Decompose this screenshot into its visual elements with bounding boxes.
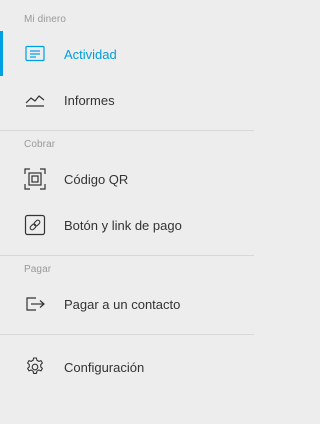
section-title-mi-dinero: Mi dinero	[24, 14, 67, 25]
menu-item-informes[interactable]: Informes	[0, 80, 254, 120]
section-title-cobrar: Cobrar	[24, 139, 56, 150]
menu-item-label: Configuración	[64, 359, 145, 375]
menu-item-label: Actividad	[64, 46, 117, 62]
menu-item-label: Código QR	[64, 171, 129, 187]
activity-list-icon	[24, 43, 46, 65]
reports-chart-icon	[24, 89, 46, 111]
section-divider	[0, 130, 254, 131]
menu-item-boton-link-pago[interactable]: Botón y link de pago	[0, 205, 254, 245]
menu-item-label: Informes	[64, 92, 115, 108]
section-divider	[0, 334, 254, 335]
menu-item-pagar-contacto[interactable]: Pagar a un contacto	[0, 284, 254, 324]
menu-item-configuracion[interactable]: Configuración	[0, 347, 254, 387]
menu-item-actividad[interactable]: Actividad	[0, 34, 254, 74]
menu-item-label: Botón y link de pago	[64, 217, 182, 233]
send-payment-icon	[24, 293, 46, 315]
menu-item-label: Pagar a un contacto	[64, 296, 181, 312]
section-divider	[0, 255, 254, 256]
section-title-pagar: Pagar	[24, 264, 52, 275]
sidebar-menu: Mi dinero Actividad Informes Cobrar Códi…	[0, 0, 254, 424]
payment-link-icon	[24, 214, 46, 236]
gear-icon	[24, 356, 46, 378]
qr-code-icon	[24, 168, 46, 190]
menu-item-codigo-qr[interactable]: Código QR	[0, 159, 254, 199]
